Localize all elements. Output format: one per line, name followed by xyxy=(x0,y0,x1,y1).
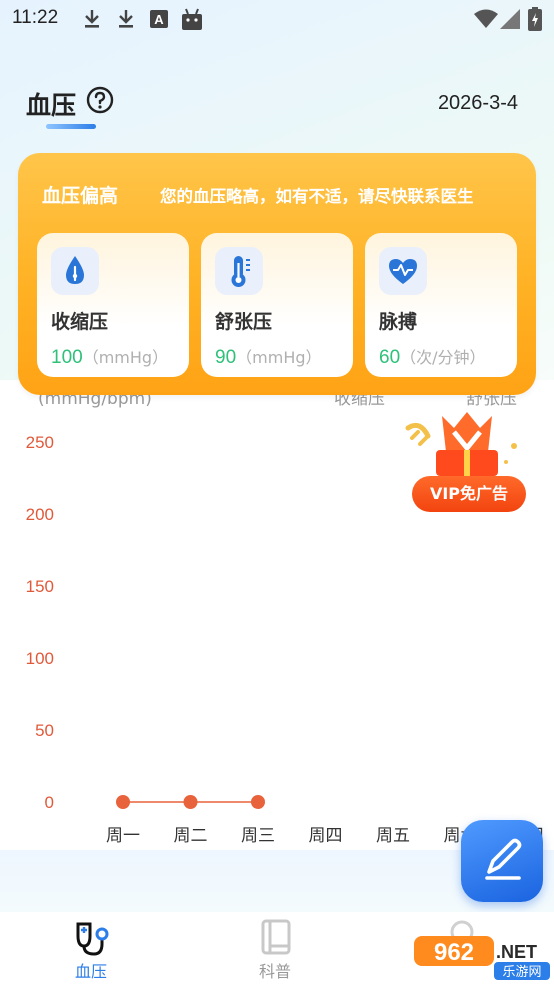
pen-icon xyxy=(485,838,522,880)
y-tick-label: 50 xyxy=(35,721,54,740)
tab-label: 科普 xyxy=(259,962,292,981)
x-tick-label: 周一 xyxy=(106,826,140,846)
watermark-logo: 962 .NET 乐游网 xyxy=(414,932,550,980)
metric-unit: （次/分钟） xyxy=(400,348,486,367)
metric-unit: （mmHg） xyxy=(82,348,169,367)
data-point xyxy=(183,795,198,809)
metric-label: 收缩压 xyxy=(51,311,109,333)
watermark-sub: 乐游网 xyxy=(502,965,541,980)
tab-label: 血压 xyxy=(75,962,108,981)
y-tick-label: 150 xyxy=(26,577,54,596)
question-circle-icon[interactable] xyxy=(86,86,114,114)
metric-value: 90（mmHg） xyxy=(215,347,322,368)
x-tick-label: 周四 xyxy=(309,826,343,846)
active-tab-indicator xyxy=(46,124,96,129)
x-tick-label: 周二 xyxy=(174,826,208,846)
font-a-icon: A xyxy=(150,10,168,28)
metric-card-systolic: 收缩压 100（mmHg） xyxy=(37,233,189,377)
data-point xyxy=(251,795,265,809)
status-bar: 11:22 A xyxy=(0,0,554,38)
date-selector[interactable]: 2026-3-4 xyxy=(438,92,518,115)
metric-label: 脉搏 xyxy=(379,311,418,333)
metric-card-pulse: 脉搏 60（次/分钟） xyxy=(365,233,517,377)
y-tick-label: 0 xyxy=(45,793,54,812)
metric-card-diastolic: 舒张压 90（mmHg） xyxy=(201,233,353,377)
x-tick-label: 周五 xyxy=(376,826,410,846)
bp-alert-card: 血压偏高 您的血压略高，如有不适，请尽快联系医生 收缩压 100（mmHg） 舒… xyxy=(18,153,536,395)
wifi-icon xyxy=(474,9,498,28)
tab-science[interactable]: 科普 xyxy=(246,912,306,984)
vip-remove-ads-badge[interactable]: VIP免广告 xyxy=(402,410,532,514)
alert-title: 血压偏高 xyxy=(42,185,119,207)
watermark-number: 962 xyxy=(434,939,474,966)
battery-charging-icon xyxy=(528,7,542,31)
thermometer-icon xyxy=(231,256,250,287)
watermark-domain: .NET xyxy=(496,942,537,962)
x-tick-label: 周三 xyxy=(241,826,275,846)
y-tick-label: 250 xyxy=(26,433,54,452)
page-title: 血压 xyxy=(26,91,77,120)
metric-value: 60（次/分钟） xyxy=(379,347,486,368)
status-time: 11:22 xyxy=(12,7,59,28)
tab-bp[interactable]: 血压 xyxy=(62,912,122,984)
download-icon xyxy=(85,10,99,28)
edit-record-button[interactable] xyxy=(461,820,543,902)
watermark-962-icon: 962 .NET 乐游网 xyxy=(414,936,550,980)
y-tick-label: 200 xyxy=(26,505,54,524)
svg-text:A: A xyxy=(154,12,164,27)
signal-icon xyxy=(500,9,520,29)
drop-icon xyxy=(66,256,84,284)
download-icon xyxy=(119,10,133,28)
metric-label: 舒张压 xyxy=(215,311,273,333)
metric-unit: （mmHg） xyxy=(236,348,322,367)
book-icon xyxy=(261,919,291,955)
heart-pulse-icon xyxy=(389,259,417,284)
metric-value: 100（mmHg） xyxy=(51,347,169,368)
stethoscope-icon xyxy=(76,922,109,956)
vip-label: VIP免广告 xyxy=(412,476,526,512)
alert-message: 您的血压略高，如有不适，请尽快联系医生 xyxy=(160,187,474,206)
android-icon xyxy=(182,8,202,30)
y-tick-label: 100 xyxy=(26,649,54,668)
data-point xyxy=(116,795,130,809)
